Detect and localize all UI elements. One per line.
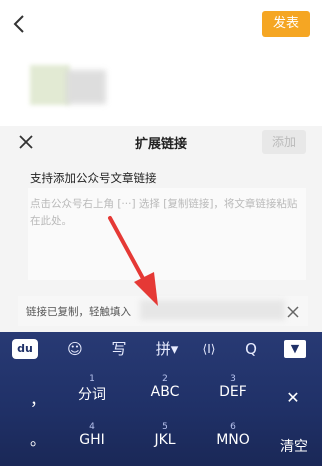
key-1[interactable]: 1 分词 xyxy=(70,374,114,404)
key-label: DEF xyxy=(219,384,247,400)
key-5[interactable]: 5 JKL xyxy=(138,422,192,448)
pinyin-icon[interactable]: 拼▾ xyxy=(150,340,184,358)
period-key[interactable]: 。 xyxy=(30,426,46,450)
key-label: GHI xyxy=(79,432,105,448)
du-logo-icon[interactable]: du xyxy=(12,339,38,359)
key-number: 3 xyxy=(230,374,236,384)
hint-text: 支持添加公众号文章链接 xyxy=(30,171,157,185)
key-number: 6 xyxy=(230,422,236,432)
clipboard-text: 链接已复制，轻触填入 xyxy=(26,306,131,318)
avatar xyxy=(30,65,70,105)
emoji-icon[interactable]: ☺ xyxy=(64,340,86,358)
add-button[interactable]: 添加 xyxy=(262,130,306,154)
publish-button[interactable]: 发表 xyxy=(262,11,310,37)
blurred-content xyxy=(66,70,106,104)
key-label: MNO xyxy=(216,432,250,448)
key-6[interactable]: 6 MNO xyxy=(206,422,260,448)
key-label: 分词 xyxy=(78,387,106,403)
key-label: JKL xyxy=(154,432,176,448)
key-number: 2 xyxy=(162,374,168,384)
key-3[interactable]: 3 DEF xyxy=(206,374,260,400)
key-label: ABC xyxy=(150,384,180,400)
blurred-link xyxy=(140,300,285,320)
key-2[interactable]: 2 ABC xyxy=(138,374,192,400)
clear-key[interactable]: 清空 xyxy=(274,436,314,456)
cursor-icon[interactable]: ⟨I⟩ xyxy=(196,340,222,358)
clipboard-close-icon[interactable] xyxy=(286,305,300,319)
hide-keyboard-icon[interactable]: ▼ xyxy=(284,340,306,358)
link-input-placeholder: 点击公众号右上角 [···] 选择 [复制链接]，将文章链接粘贴在此处。 xyxy=(30,198,298,227)
key-number: 4 xyxy=(89,422,95,432)
comma-key[interactable]: ， xyxy=(30,386,46,410)
key-4[interactable]: 4 GHI xyxy=(70,422,114,448)
key-number: 1 xyxy=(89,374,95,384)
handwrite-icon[interactable]: 写 xyxy=(108,340,130,358)
key-number: 5 xyxy=(162,422,168,432)
back-icon[interactable] xyxy=(10,12,30,36)
delete-key[interactable]: ✕ xyxy=(280,388,306,407)
search-icon[interactable]: Q xyxy=(240,340,262,358)
